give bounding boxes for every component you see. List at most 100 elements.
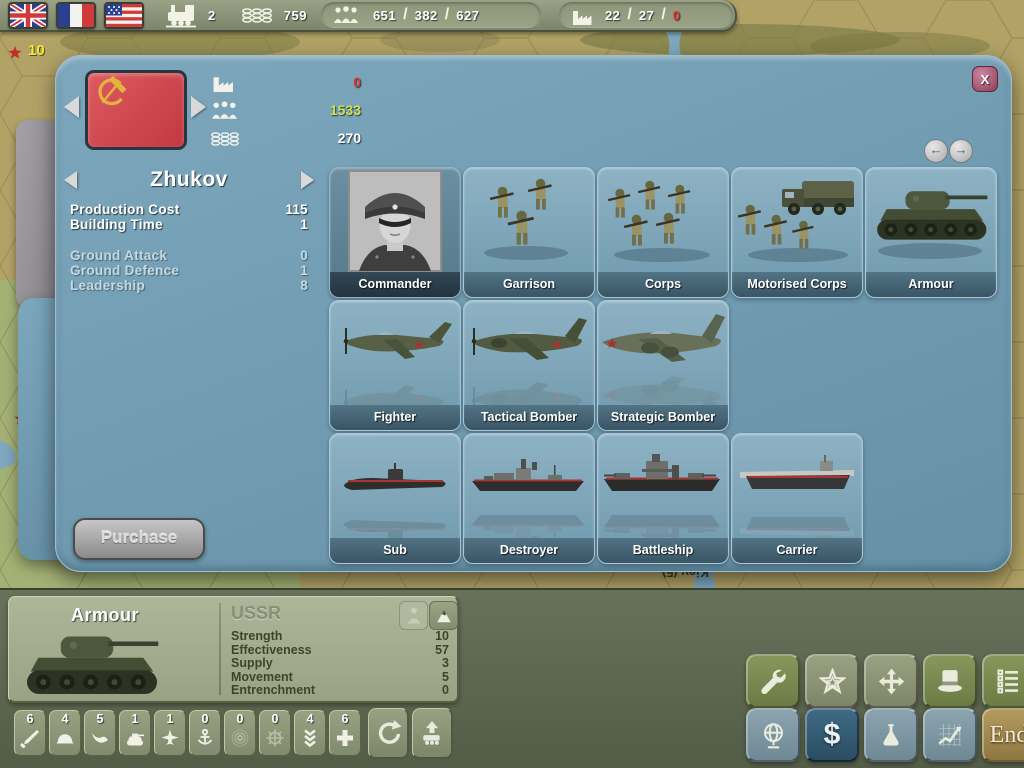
purchase-dialog: X ← → 0 1533 270 — [55, 55, 1012, 572]
loop-arrows-icon — [374, 719, 402, 747]
end-turn-button[interactable]: End — [982, 708, 1024, 762]
wrench-icon — [760, 668, 787, 695]
separator: / — [403, 6, 407, 24]
research-button[interactable] — [864, 708, 918, 762]
detail-stat-row: Ground Attack0 — [70, 248, 308, 263]
reports-button[interactable] — [982, 654, 1024, 708]
stat-air-attack[interactable]: 5 — [84, 710, 116, 756]
move-mode-button[interactable] — [864, 654, 918, 708]
terrain-mode-button[interactable] — [429, 601, 458, 630]
plus-icon — [335, 728, 355, 748]
unit-card-sub[interactable]: Sub — [329, 433, 461, 564]
tank-icon — [125, 728, 145, 748]
statistics-button[interactable] — [923, 708, 977, 762]
nation-production-value: 0 — [309, 74, 361, 90]
diplomacy-button[interactable] — [923, 654, 977, 708]
page-prev-button[interactable]: ← — [924, 139, 948, 163]
stat-soft-attack[interactable]: 6 — [14, 710, 46, 756]
tactical-bomber-art — [464, 303, 594, 405]
factory-icon — [211, 71, 235, 93]
production-value-3: 0 — [673, 8, 681, 23]
train-up-icon — [421, 721, 443, 745]
unit-card-label: Garrison — [464, 272, 594, 297]
unit-card-label: Strategic Bomber — [598, 405, 728, 430]
repair-button[interactable] — [746, 654, 800, 708]
unit-card-commander[interactable]: Commander — [329, 167, 461, 298]
unit-card-tactical-bomber[interactable]: Tactical Bomber — [463, 300, 595, 431]
nation-resources-value: 270 — [309, 130, 361, 146]
stat-sub-attack[interactable]: 0 — [224, 710, 256, 756]
person-icon — [405, 606, 423, 625]
mountain-icon — [435, 607, 453, 625]
armour-art — [866, 170, 996, 272]
globe-icon — [760, 722, 787, 749]
unit-prev-button[interactable] — [64, 171, 77, 189]
stat-naval-attack[interactable]: 0 — [189, 710, 221, 756]
unit-card-corps[interactable]: Corps — [597, 167, 729, 298]
separator: / — [445, 6, 449, 24]
top-resource-bar: 2 759 651 / 382 / 627 22 / 27 / 0 — [0, 0, 737, 32]
commander-portrait — [330, 170, 460, 272]
command-buttons-row-1 — [746, 654, 1024, 708]
unit-stat-row: Effectiveness57 — [231, 644, 449, 658]
stat-reinforce[interactable]: 6 — [329, 710, 361, 756]
unit-stat-row: Supply3 — [231, 657, 449, 671]
map-unit-star-icon — [8, 46, 22, 60]
redeploy-button[interactable] — [368, 708, 409, 759]
unit-card-label: Destroyer — [464, 538, 594, 563]
close-icon: X — [981, 72, 990, 87]
unit-card-label: Sub — [330, 538, 460, 563]
world-map-button[interactable] — [746, 708, 800, 762]
manpower-value-3: 627 — [456, 8, 479, 23]
carrier-art — [732, 436, 862, 538]
garrison-art — [464, 170, 594, 272]
uk-flag-button[interactable] — [8, 2, 48, 29]
selected-unit-image — [23, 629, 161, 699]
chart-icon — [937, 722, 963, 748]
unit-card-carrier[interactable]: Carrier — [731, 433, 863, 564]
nation-flag-ussr — [85, 70, 187, 150]
stat-range[interactable]: 4 — [294, 710, 326, 756]
map-city-value-label: 10 — [28, 42, 45, 59]
detail-stat-row: Production Cost115 — [70, 202, 308, 217]
stat-ground-defence[interactable]: 4 — [49, 710, 81, 756]
france-flag-button[interactable] — [56, 2, 96, 29]
top-hat-icon — [937, 668, 963, 694]
unit-card-battleship[interactable]: Battleship — [597, 433, 729, 564]
unit-card-destroyer[interactable]: Destroyer — [463, 433, 595, 564]
unit-card-fighter[interactable]: Fighter — [329, 300, 461, 431]
purchase-screen-button[interactable]: $ — [805, 708, 859, 762]
rail-transport-button[interactable] — [412, 708, 453, 759]
star-icon — [819, 668, 846, 695]
production-value-2: 27 — [639, 8, 654, 23]
unit-card-strategic-bomber[interactable]: Strategic Bomber — [597, 300, 729, 431]
destroyer-art — [464, 436, 594, 538]
detail-stat-row: Leadership8 — [70, 278, 308, 293]
unit-card-garrison[interactable]: Garrison — [463, 167, 595, 298]
radar-icon — [230, 728, 250, 748]
selected-unit-title: Armour — [71, 605, 139, 626]
infantry-mode-button[interactable] — [399, 601, 428, 630]
unit-card-label: Battleship — [598, 538, 728, 563]
command-buttons-row-2: $ End — [746, 708, 1024, 762]
page-next-button[interactable]: → — [949, 139, 973, 163]
elite-reinforce-button[interactable] — [805, 654, 859, 708]
stat-air-defence[interactable]: 1 — [154, 710, 186, 756]
nation-next-button[interactable] — [191, 96, 206, 118]
unit-next-button[interactable] — [301, 171, 314, 189]
target-icon — [265, 728, 285, 748]
unit-card-armour[interactable]: Armour — [865, 167, 997, 298]
stat-shore-attack[interactable]: 0 — [259, 710, 291, 756]
plane-icon — [160, 728, 180, 748]
close-button[interactable]: X — [972, 66, 998, 92]
stat-tank-attack[interactable]: 1 — [119, 710, 151, 756]
selected-unit-stats: Strength10 Effectiveness57 Supply3 Movem… — [231, 630, 449, 698]
hammer-sickle-icon — [92, 75, 130, 113]
unit-detail-panel: Zhukov Production Cost115 Building Time1… — [64, 168, 314, 293]
unit-card-label: Motorised Corps — [732, 272, 862, 297]
nation-prev-button[interactable] — [64, 96, 79, 118]
manpower-value-2: 382 — [415, 8, 438, 23]
unit-card-motorised-corps[interactable]: Motorised Corps — [731, 167, 863, 298]
usa-flag-button[interactable] — [104, 2, 144, 29]
purchase-button[interactable]: Purchase — [73, 518, 205, 560]
